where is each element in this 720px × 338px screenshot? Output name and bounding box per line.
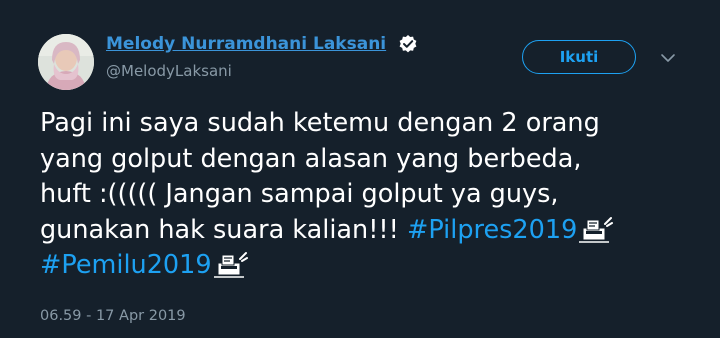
profile-avatar-image — [38, 34, 94, 90]
tweet-text-line: huft :((((( Jangan sampai golput ya guys… — [40, 179, 559, 209]
chevron-down-icon[interactable] — [660, 52, 676, 64]
tweet-timestamp[interactable]: 06.59 - 17 Apr 2019 — [40, 308, 186, 324]
author-display-name[interactable]: Melody Nurramdhani Laksani — [106, 34, 386, 54]
tweet-card: Melody Nurramdhani Laksani @MelodyLaksan… — [0, 0, 720, 338]
ballot-box-emoji-icon — [213, 252, 248, 278]
ballot-box-emoji-icon — [579, 216, 614, 243]
verified-badge-icon — [399, 35, 417, 53]
avatar[interactable] — [38, 34, 94, 90]
tweet-text-segment: gunakan hak suara kalian!!! — [40, 214, 407, 245]
tweet-text-line: Pagi ini saya sudah ketemu dengan 2 oran… — [40, 108, 600, 138]
author-handle[interactable]: @MelodyLaksani — [106, 62, 232, 80]
tweet-text-line-4: gunakan hak suara kalian!!! #Pilpres2019 — [40, 213, 710, 249]
hashtag-link-pemilu2019[interactable]: #Pemilu2019 — [40, 250, 212, 280]
tweet-body: Pagi ini saya sudah ketemu dengan 2 oran… — [40, 106, 710, 284]
hashtag-link-pilpres2019[interactable]: #Pilpres2019 — [407, 215, 577, 245]
tweet-text-line: yang golput dengan alasan yang berbeda, — [40, 143, 582, 174]
follow-button[interactable]: Ikuti — [522, 40, 636, 74]
tweet-text-line-5: #Pemilu2019 — [40, 248, 710, 284]
